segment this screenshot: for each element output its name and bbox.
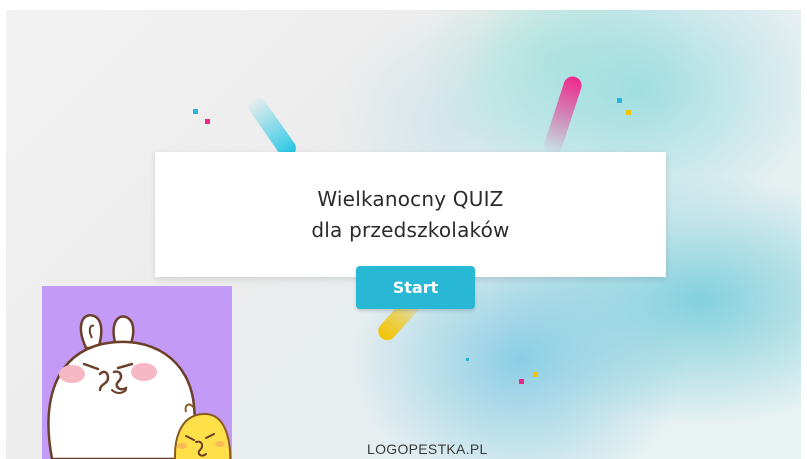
confetti-dot <box>533 372 538 377</box>
confetti-dot <box>205 119 210 124</box>
start-button[interactable]: Start <box>356 266 475 309</box>
confetti-dot <box>617 98 622 103</box>
cyan-streak-decoration <box>244 93 300 161</box>
quiz-slide: Wielkanocny QUIZ dla przedszkolaków Star… <box>0 0 807 459</box>
title-card: Wielkanocny QUIZ dla przedszkolaków <box>155 152 666 277</box>
frame-right <box>801 0 807 459</box>
page-title-line-1: Wielkanocny QUIZ <box>317 186 504 211</box>
frame-left <box>0 0 6 459</box>
footer-brand: LOGOPESTKA.PL <box>367 441 488 457</box>
confetti-dot <box>466 358 469 361</box>
confetti-dot <box>519 379 524 384</box>
illustration-thumbnail <box>42 286 232 459</box>
frame-top <box>0 0 807 10</box>
confetti-dot <box>626 110 631 115</box>
page-title-line-2: dla przedszkolaków <box>311 217 510 242</box>
confetti-dot <box>193 109 198 114</box>
pink-streak-decoration <box>542 74 584 156</box>
chick-illustration <box>174 403 232 459</box>
